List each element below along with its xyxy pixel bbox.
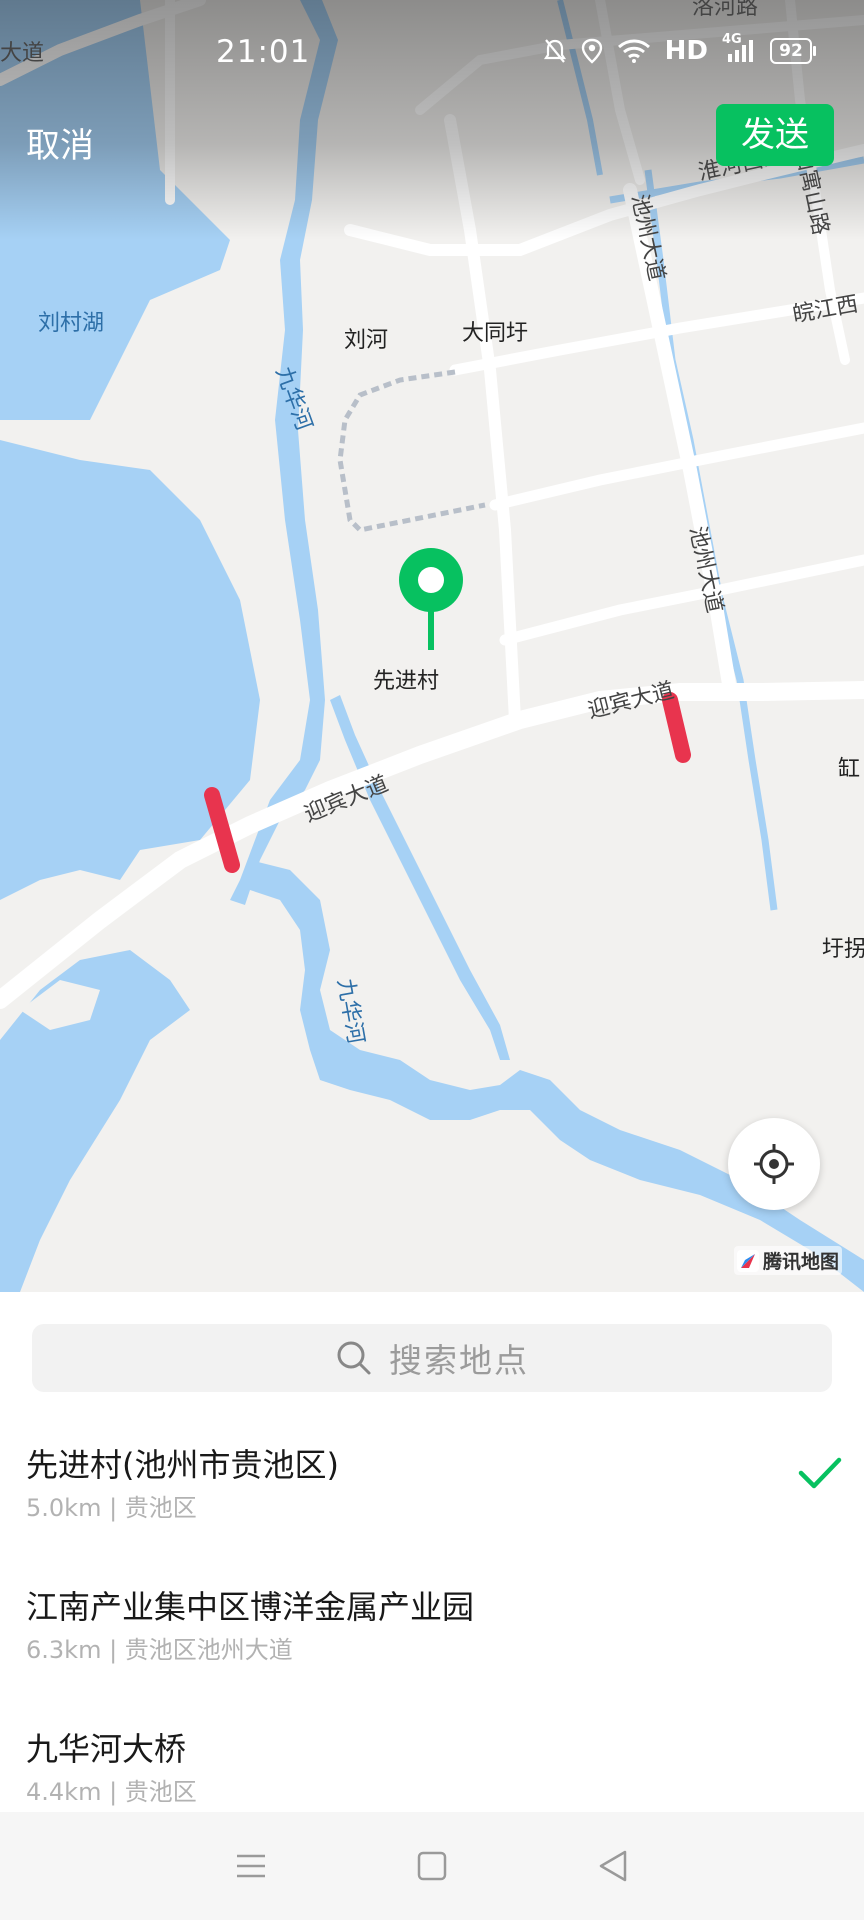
menu-button[interactable] [221, 1836, 281, 1896]
lake-label: 刘村湖 [38, 311, 104, 336]
signal-icon: 4G [722, 32, 756, 64]
crosshair-icon [754, 1144, 794, 1184]
cancel-button[interactable]: 取消 [26, 118, 94, 167]
network-label: HD [664, 36, 708, 66]
status-icons: HD 4G 92 [543, 32, 816, 66]
place-label: 刘河 [344, 328, 388, 353]
back-triangle-icon [600, 1850, 627, 1882]
map-provider-label: 腾讯地图 [763, 1251, 840, 1273]
result-title: 九华河大桥 [26, 1730, 187, 1768]
results-list: 先进村(池州市贵池区) 5.0km | 贵池区 江南产业集中区博洋金属产业园 6… [0, 1418, 864, 1818]
place-label: 圩拐 [822, 937, 864, 962]
marker-label: 先进村 [373, 669, 439, 694]
menu-icon [236, 1854, 265, 1878]
battery-icon: 92 [770, 38, 816, 64]
place-label: 大同圩 [462, 321, 528, 346]
send-button[interactable]: 发送 [716, 104, 834, 166]
list-item[interactable]: 九华河大桥 4.4km | 贵池区 [0, 1702, 864, 1818]
result-subtitle: 5.0km | 贵池区 [26, 1494, 197, 1522]
home-square-icon [417, 1851, 447, 1881]
status-time: 21:01 [216, 34, 311, 70]
result-title: 江南产业集中区博洋金属产业园 [26, 1588, 475, 1626]
result-title: 先进村(池州市贵池区) [26, 1446, 339, 1484]
system-nav-bar [0, 1812, 864, 1920]
search-icon [337, 1341, 371, 1375]
list-item[interactable]: 江南产业集中区博洋金属产业园 6.3km | 贵池区池州大道 [0, 1560, 864, 1700]
search-input[interactable]: 搜索地点 [32, 1324, 832, 1392]
result-subtitle: 6.3km | 贵池区池州大道 [26, 1636, 293, 1664]
result-subtitle: 4.4km | 贵池区 [26, 1778, 197, 1806]
mute-bell-icon [543, 38, 567, 64]
map-canvas[interactable]: 刘村湖 刘河 大同圩 缸 圩拐 大道 洛河路 淮河西路 仙寓山路 皖江西 池州大… [0, 0, 864, 1292]
map-provider-logo: 腾讯地图 [734, 1246, 843, 1275]
tencent-map-icon [737, 1249, 759, 1272]
list-item[interactable]: 先进村(池州市贵池区) 5.0km | 贵池区 [0, 1418, 864, 1558]
back-button[interactable] [583, 1836, 643, 1896]
map-view[interactable]: 刘村湖 刘河 大同圩 缸 圩拐 大道 洛河路 淮河西路 仙寓山路 皖江西 池州大… [0, 0, 864, 1292]
check-icon [798, 1457, 842, 1489]
location-icon [581, 38, 603, 64]
search-placeholder: 搜索地点 [389, 1341, 529, 1380]
locate-me-button[interactable] [728, 1118, 820, 1210]
header: 取消 发送 [0, 104, 864, 174]
status-bar: 21:01 HD 4G 92 [0, 0, 864, 110]
place-label: 缸 [838, 757, 860, 782]
home-button[interactable] [402, 1836, 462, 1896]
wifi-icon [617, 39, 651, 63]
